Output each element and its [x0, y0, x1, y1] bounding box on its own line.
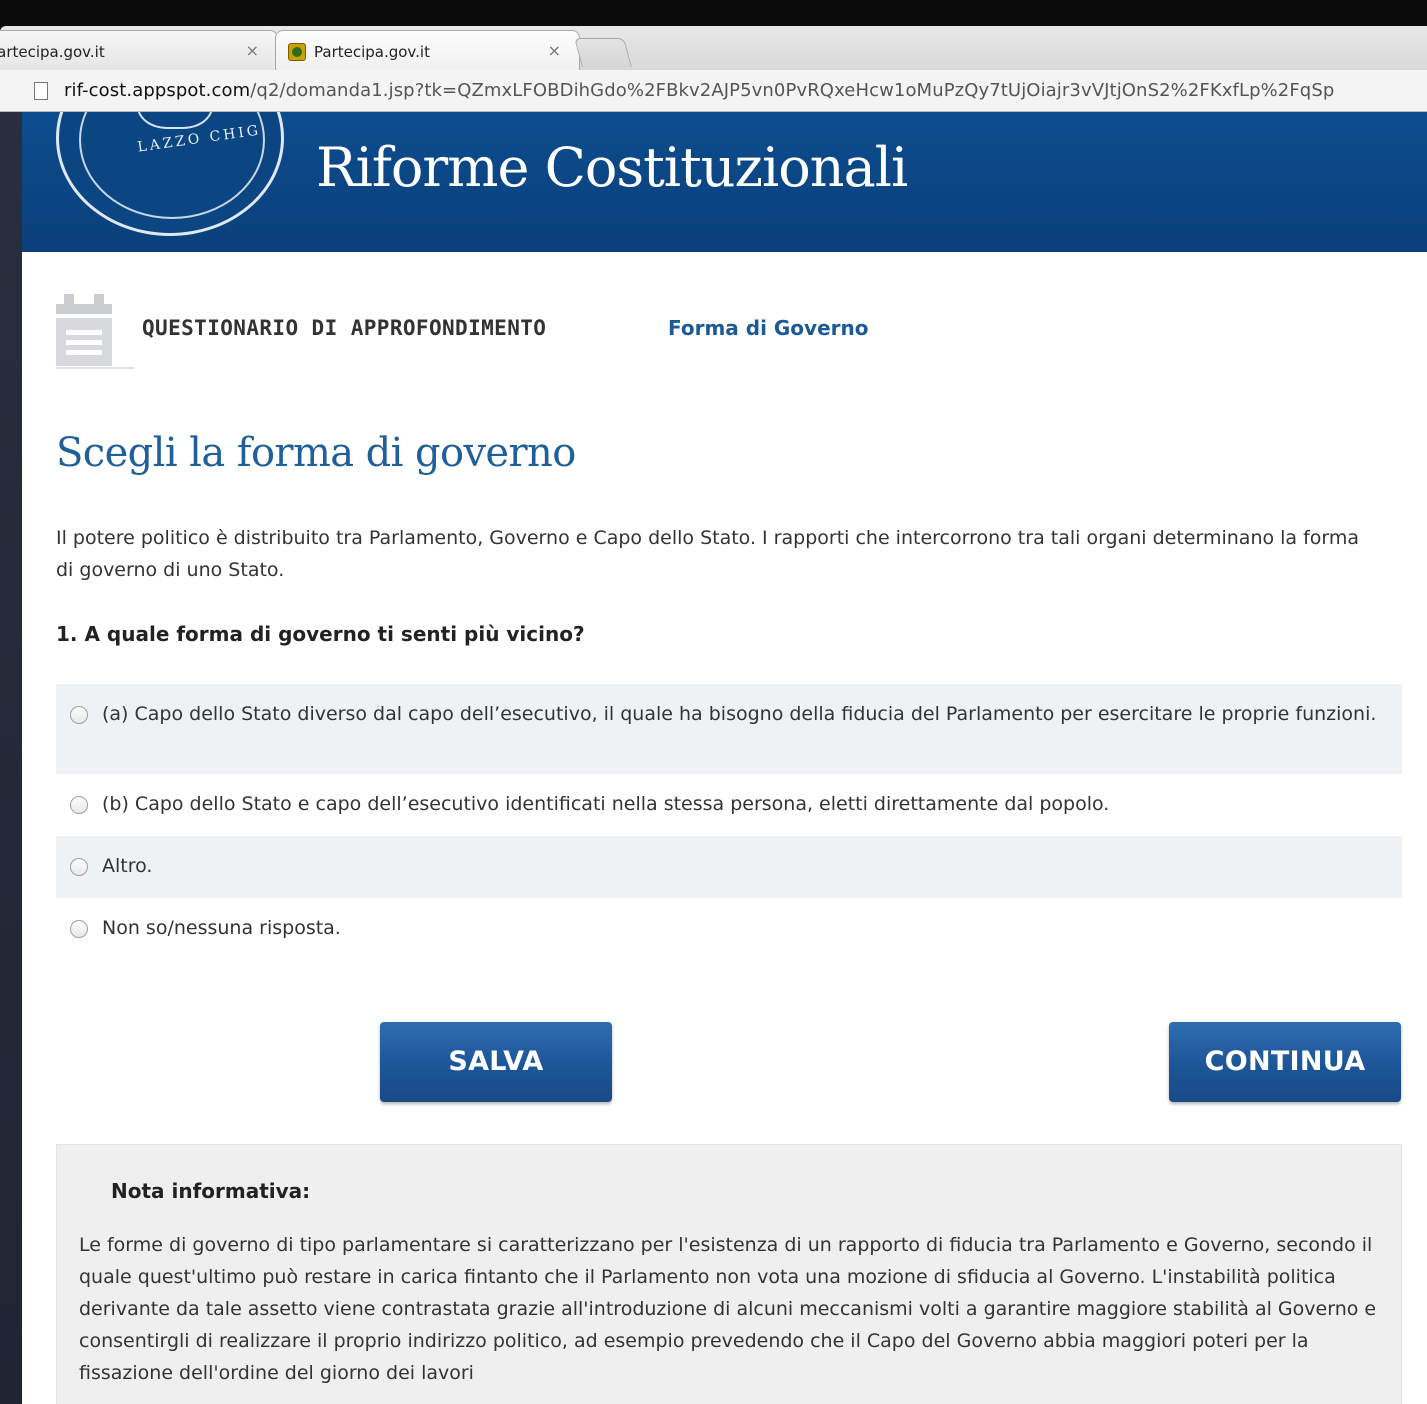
emblem-icon [137, 112, 213, 129]
save-button[interactable]: SALVA [380, 1022, 612, 1102]
tab-label: 'artecipa.gov.it [0, 43, 105, 61]
radio-icon[interactable] [70, 920, 88, 938]
option-altro[interactable]: Altro. [56, 836, 1402, 898]
screenshot-frame: 'artecipa.gov.it × Partecipa.gov.it × ri… [0, 0, 1427, 1404]
tab-partecipa-2[interactable]: Partecipa.gov.it × [275, 30, 580, 70]
note-title: Nota informativa: [111, 1179, 311, 1203]
page-icon [34, 82, 48, 100]
tab-label: Partecipa.gov.it [314, 43, 430, 61]
note-body: Le forme di governo di tipo parlamentare… [79, 1234, 1377, 1384]
option-label: (b) Capo dello Stato e capo dell’esecuti… [102, 793, 1110, 815]
browser-chrome: 'artecipa.gov.it × Partecipa.gov.it × ri… [0, 0, 1427, 112]
option-non-so[interactable]: Non so/nessuna risposta. [56, 898, 1402, 960]
divider [56, 367, 134, 369]
url-text[interactable]: rif-cost.appspot.com/q2/domanda1.jsp?tk=… [64, 80, 1334, 101]
section-label: Forma di Governo [668, 316, 869, 340]
seal-favicon-icon [288, 43, 306, 61]
option-label: (a) Capo dello Stato diverso dal capo de… [102, 703, 1377, 725]
site-header: LAZZO CHIG Riforme Costituzionali [22, 112, 1427, 252]
questionnaire-label: QUESTIONARIO DI APPROFONDIMENTO [142, 316, 547, 340]
radio-icon[interactable] [70, 706, 88, 724]
site-title[interactable]: Riforme Costituzionali [316, 136, 908, 199]
tab-close-icon[interactable]: × [246, 41, 259, 60]
url-host: rif-cost.appspot.com [64, 80, 251, 101]
info-note: Nota informativa: Le forme di governo di… [56, 1144, 1402, 1404]
tab-bar: 'artecipa.gov.it × Partecipa.gov.it × [0, 0, 1427, 70]
radio-icon[interactable] [70, 858, 88, 876]
tab-partecipa-1[interactable]: 'artecipa.gov.it × [0, 30, 278, 70]
option-b[interactable]: (b) Capo dello Stato e capo dell’esecuti… [56, 774, 1402, 836]
palazzo-chigi-seal-logo[interactable]: LAZZO CHIG [56, 112, 284, 236]
radio-icon[interactable] [70, 796, 88, 814]
page-title: Scegli la forma di governo [56, 430, 576, 476]
new-tab-button[interactable] [574, 38, 632, 67]
option-a[interactable]: (a) Capo dello Stato diverso dal capo de… [56, 684, 1402, 774]
intro-text: Il potere politico è distribuito tra Par… [56, 527, 1360, 581]
address-bar[interactable]: rif-cost.appspot.com/q2/domanda1.jsp?tk=… [0, 70, 1427, 112]
option-label: Altro. [102, 855, 153, 877]
url-path: /q2/domanda1.jsp?tk=QZmxLFOBDihGdo%2FBkv… [250, 80, 1335, 101]
tab-close-icon[interactable]: × [548, 41, 561, 60]
option-label: Non so/nessuna risposta. [102, 917, 341, 939]
desktop-edge [0, 0, 22, 1404]
clipboard-list-icon [56, 294, 116, 368]
continue-button[interactable]: CONTINUA [1169, 1022, 1401, 1102]
question-text: 1. A quale forma di governo ti senti più… [56, 622, 585, 646]
answer-options: (a) Capo dello Stato diverso dal capo de… [56, 684, 1402, 960]
web-page: LAZZO CHIG Riforme Costituzionali QUESTI… [22, 112, 1427, 1404]
